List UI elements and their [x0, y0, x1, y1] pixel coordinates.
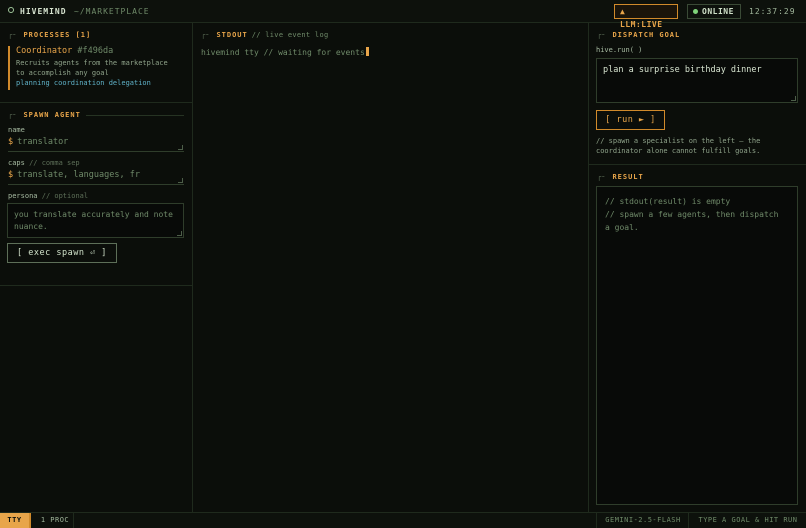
persona-label-text: persona	[8, 192, 38, 200]
online-status-badge: ONLINE	[687, 4, 741, 19]
log-line: hivemind tty // waiting for events	[201, 47, 369, 57]
caps-label: caps // comma sep	[8, 159, 80, 167]
process-name: Coordinator	[16, 46, 73, 56]
stdout-subtitle: // live event log	[251, 31, 329, 39]
persona-label: persona // optional	[8, 192, 88, 200]
dispatch-hint-line: coordinator alone cannot fulfill goals.	[596, 146, 761, 155]
dispatch-goal-header: ┌╴ DISPATCH GOAL	[597, 31, 680, 39]
hive-logo-icon	[8, 7, 14, 13]
proc-count: 1 PROC	[29, 513, 74, 528]
spawn-agent-header: ┌╴ SPAWN AGENT	[8, 111, 81, 119]
corner-bracket-icon: ┌╴	[597, 173, 608, 181]
result-line: // stdout(result) is empty	[605, 197, 731, 206]
process-name-row: Coordinator #f496da	[16, 46, 188, 56]
right-panel: ┌╴ DISPATCH GOAL hive.run( ) plan a surpr…	[589, 23, 806, 512]
divider	[589, 164, 806, 165]
tty-badge: TTY	[0, 513, 29, 528]
process-item-coordinator[interactable]: Coordinator #f496da Recruits agents from…	[8, 46, 188, 90]
log-line-text: hivemind tty // waiting for events	[201, 48, 365, 57]
persona-value: you translate accurately and note nuance…	[14, 210, 173, 231]
resize-grip-icon	[178, 178, 183, 183]
process-tags: planning coordination delegation	[16, 79, 151, 87]
agent-caps-value: translate, languages, fr	[17, 170, 140, 180]
stdout-header: ┌╴ STDOUT// live event log	[201, 31, 328, 39]
name-label: name	[8, 126, 25, 134]
brand-name: HIVEMIND	[20, 7, 67, 16]
caps-hint: // comma sep	[29, 159, 80, 167]
corner-bracket-icon: ┌╴	[8, 31, 19, 39]
top-bar: HIVEMIND ~/MARKETPLACE ▲ LLM:LIVE ONLINE…	[0, 0, 806, 29]
dispatch-goal-title: DISPATCH GOAL	[612, 31, 681, 39]
result-title: RESULT	[612, 173, 644, 181]
online-dot-icon	[693, 9, 698, 14]
result-box: // stdout(result) is empty // spawn a fe…	[596, 186, 798, 505]
persona-hint: // optional	[41, 192, 89, 200]
corner-bracket-icon: ┌╴	[597, 31, 608, 39]
goal-value: plan a surprise birthday dinner	[603, 65, 762, 75]
agent-name-value: translator	[17, 137, 69, 147]
result-header: ┌╴ RESULT	[597, 173, 644, 181]
process-description: Recruits agents from the marketplace to a…	[16, 59, 188, 78]
cursor-icon	[365, 47, 369, 56]
online-label: ONLINE	[702, 7, 734, 16]
left-panel: ┌╴ PROCESSES [1] Coordinator #f496da Recr…	[0, 23, 193, 512]
stdout-title: STDOUT	[216, 31, 248, 39]
agent-caps-input[interactable]: $ translate, languages, fr	[8, 170, 184, 185]
agent-name-input[interactable]: $ translator	[8, 137, 184, 152]
prompt-symbol: $	[8, 170, 14, 180]
llm-status-badge: ▲ LLM:LIVE	[614, 4, 678, 29]
process-description-line: to accomplish any goal	[16, 68, 109, 77]
persona-textarea[interactable]: you translate accurately and note nuance…	[7, 203, 184, 238]
corner-bracket-icon: ┌╴	[201, 31, 212, 39]
result-line: a goal.	[605, 223, 639, 232]
exec-spawn-button[interactable]: [ exec spawn ⏎ ]	[7, 243, 117, 263]
resize-grip-icon	[177, 231, 182, 236]
dispatch-hint: // spawn a specialist on the left — the c…	[596, 137, 801, 156]
prompt-symbol: $	[8, 137, 14, 147]
clock: 12:37:29	[749, 7, 796, 16]
dispatch-hint-line: // spawn a specialist on the left — the	[596, 137, 761, 145]
breadcrumb-path: ~/MARKETPLACE	[74, 7, 150, 16]
resize-grip-icon	[178, 145, 183, 150]
goal-textarea[interactable]: plan a surprise birthday dinner	[596, 58, 798, 103]
status-hint: TYPE A GOAL & HIT RUN	[688, 513, 806, 528]
caps-label-text: caps	[8, 159, 25, 167]
spawn-agent-title: SPAWN AGENT	[23, 111, 81, 119]
stdout-panel: ┌╴ STDOUT// live event log hivemind tty /…	[193, 23, 589, 512]
resize-grip-icon	[791, 96, 796, 101]
processes-header: ┌╴ PROCESSES [1]	[8, 31, 91, 39]
process-hash: #f496da	[77, 46, 114, 56]
process-description-line: Recruits agents from the marketplace	[16, 59, 168, 67]
divider	[0, 102, 192, 103]
corner-bracket-icon: ┌╴	[8, 111, 19, 119]
status-bar: TTY 1 PROC GEMINI-2.5-FLASH TYPE A GOAL …	[0, 512, 806, 528]
brand: HIVEMIND	[8, 7, 67, 16]
result-line: // spawn a few agents, then dispatch	[605, 210, 779, 219]
processes-title: PROCESSES [1]	[23, 31, 92, 39]
hive-run-label: hive.run( )	[596, 46, 643, 54]
header-rule	[86, 115, 184, 116]
run-button[interactable]: [ run ► ]	[596, 110, 665, 130]
divider	[0, 285, 192, 286]
model-name: GEMINI-2.5-FLASH	[596, 513, 689, 528]
